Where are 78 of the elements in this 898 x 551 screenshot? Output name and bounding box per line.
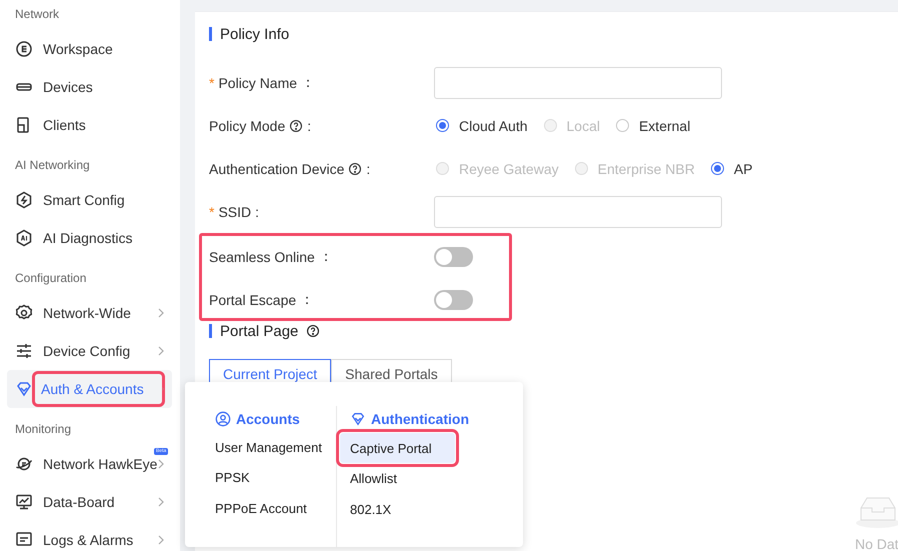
ai-hexagon-icon	[15, 229, 33, 247]
bolt-hexagon-icon	[15, 191, 33, 209]
section-title: Configuration	[14, 270, 88, 287]
sidebar-label: Workspace	[43, 41, 114, 57]
sidebar-item[interactable]: Auth & Accounts	[7, 370, 172, 408]
sidebar-item[interactable]: Network-Wide	[7, 294, 172, 332]
field-label: Seamless Online	[209, 248, 315, 264]
sliders-icon	[15, 342, 33, 360]
help-icon	[289, 118, 304, 132]
label-colon: :	[255, 204, 260, 220]
radio-option[interactable]: External	[616, 118, 690, 134]
sidebar-item[interactable]: Logs & Alarms	[7, 521, 172, 551]
sidebar-label: Network-Wide	[43, 305, 132, 321]
menu-item[interactable]: Allowlist	[350, 463, 469, 494]
sidebar-item[interactable]: Devices	[7, 68, 172, 106]
monitor-chart-icon	[15, 493, 33, 511]
toggle-switch[interactable]	[434, 290, 473, 310]
sidebar-label: Network HawkEye	[43, 456, 158, 472]
sidebar-label: Devices	[43, 79, 94, 95]
gear-icon	[15, 304, 33, 322]
diamond-icon	[350, 411, 366, 427]
chevron-icon	[158, 497, 164, 507]
section-heading: Portal Page	[220, 322, 298, 340]
field-label: SSID	[218, 204, 252, 220]
label-colon: :	[366, 160, 370, 176]
radio-button[interactable]	[616, 119, 629, 132]
menu-heading: Authentication	[371, 411, 469, 427]
sidebar-item[interactable]: Workspace	[7, 30, 172, 68]
sidebar-item[interactable]: Data-Board	[7, 483, 172, 521]
label-colon: :	[307, 118, 312, 134]
sidebar-label: Smart Config	[43, 192, 126, 208]
menu-item[interactable]: PPPoE Account	[215, 493, 336, 524]
menu-item[interactable]: User Management	[215, 432, 336, 463]
sidebar-label: AI Diagnostics	[43, 230, 134, 246]
field-label: Authentication Device	[209, 160, 344, 176]
radio-button[interactable]	[436, 119, 449, 132]
workspace-icon	[15, 40, 33, 58]
sidebar-item[interactable]: AI Diagnostics	[7, 219, 172, 257]
help-icon	[348, 162, 362, 176]
section-title: Monitoring	[14, 421, 72, 438]
required-mark: *	[209, 204, 214, 220]
field-label: Policy Name	[218, 74, 298, 90]
menu-item[interactable]: PPSK	[215, 462, 336, 494]
sidebar-label: Device Config	[43, 343, 132, 359]
label-colon: ：	[300, 290, 314, 308]
chevron-icon	[158, 308, 164, 318]
radio-option[interactable]: Cloud Auth	[436, 118, 528, 134]
text-field[interactable]	[434, 66, 722, 98]
menu-item[interactable]: 802.1X	[350, 494, 469, 525]
menu-heading: Accounts	[236, 410, 300, 427]
label-colon: ：	[301, 74, 316, 92]
sidebar-label: Data-Board	[43, 494, 116, 510]
sidebar-item[interactable]: Smart Config	[7, 181, 172, 219]
chevron-icon	[158, 535, 164, 545]
label-colon: ：	[318, 248, 333, 266]
field-label: Portal Escape	[209, 292, 296, 308]
sidebar-item[interactable]: Device Config	[7, 332, 172, 370]
chevron-icon	[158, 459, 164, 469]
section-title: Network	[14, 6, 60, 23]
diamond-icon	[15, 380, 33, 398]
sidebar-label: Logs & Alarms	[43, 532, 134, 548]
sidebar-label: Auth & Accounts	[35, 374, 162, 404]
toggle-switch[interactable]	[434, 246, 473, 266]
planet-icon	[15, 455, 33, 473]
sidebar-item[interactable]: Clients	[7, 106, 172, 144]
section-heading: Policy Info	[220, 26, 290, 42]
text-field[interactable]	[434, 196, 722, 228]
chevron-icon	[158, 346, 164, 356]
radio-button[interactable]	[710, 162, 724, 175]
section-title: AI Networking	[14, 157, 91, 174]
required-mark: *	[209, 74, 214, 90]
sidebar-label: Clients	[43, 117, 87, 133]
menu-item[interactable]: Captive Portal	[340, 433, 455, 463]
log-icon	[15, 531, 33, 549]
help-icon	[306, 324, 320, 338]
radio-option[interactable]: AP	[710, 160, 753, 176]
field-label: Policy Mode	[209, 118, 286, 134]
user-circle-icon	[215, 410, 231, 427]
